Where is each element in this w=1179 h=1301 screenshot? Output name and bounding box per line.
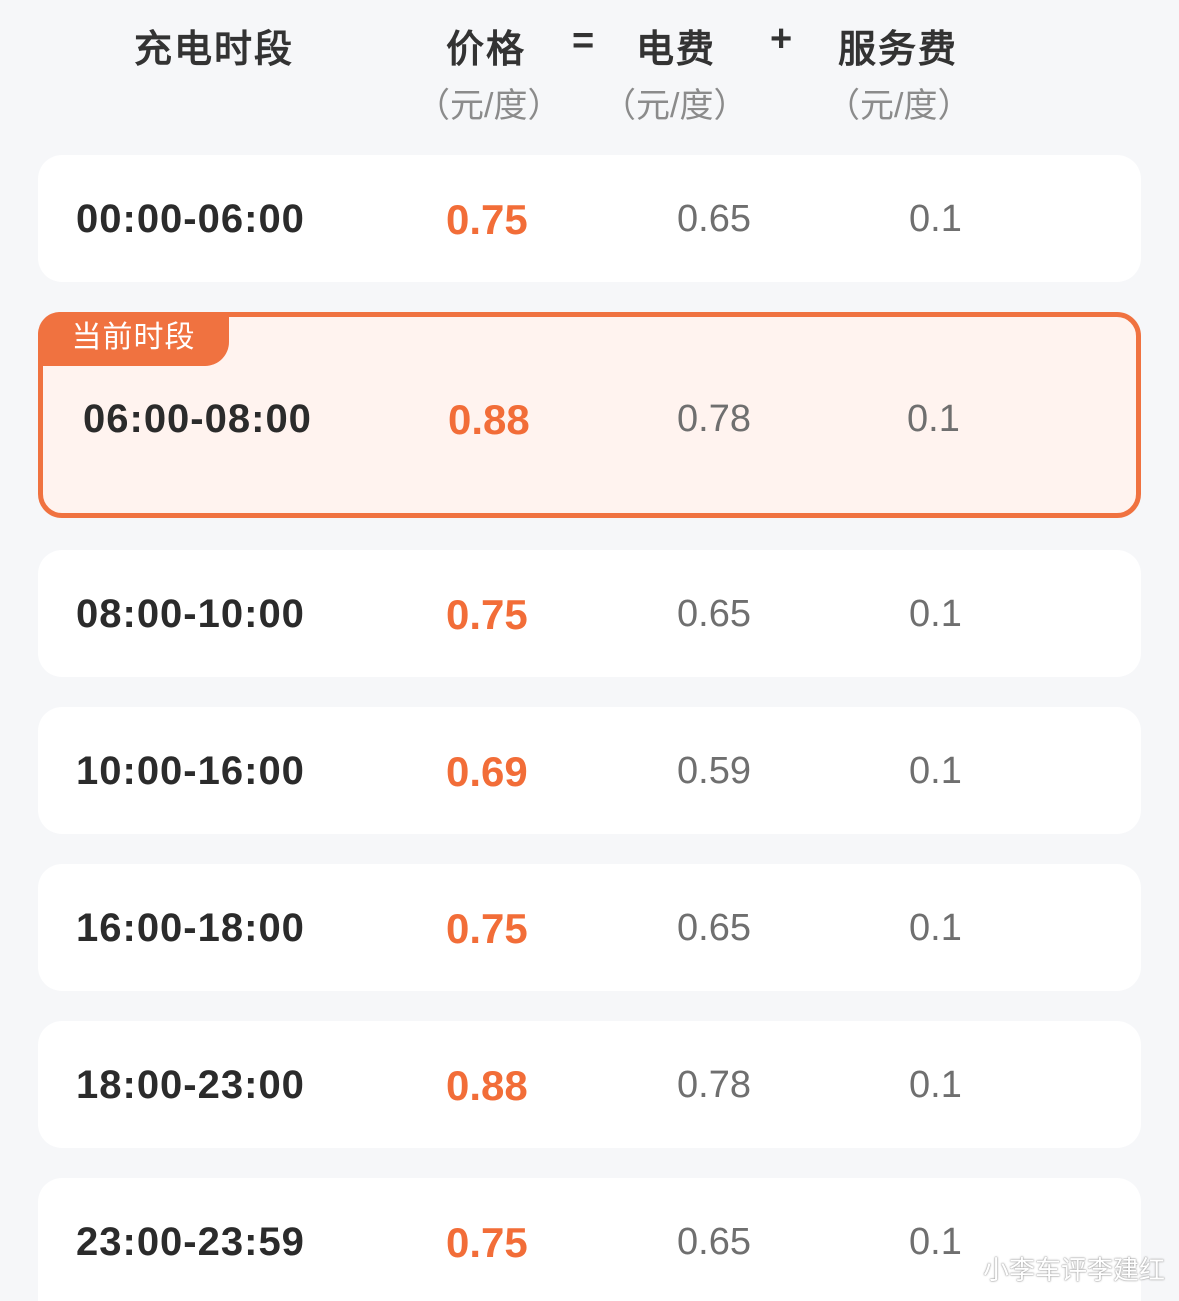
electricity-fee: 0.65 <box>677 198 751 240</box>
service-fee: 0.1 <box>909 1064 962 1106</box>
time-range: 08:00-10:00 <box>76 592 305 636</box>
table-header: 充电时段 价格 = 电费 + 服务费 （元/度） （元/度） （元/度） <box>0 0 1179 140</box>
time-range: 10:00-16:00 <box>76 749 305 793</box>
service-fee: 0.1 <box>907 398 960 440</box>
table-row: 18:00-23:00 0.88 0.78 0.1 <box>38 1021 1141 1148</box>
total-price: 0.69 <box>446 748 528 795</box>
table-row: 10:00-16:00 0.69 0.59 0.1 <box>38 707 1141 834</box>
electricity-fee: 0.65 <box>677 593 751 635</box>
service-fee: 0.1 <box>909 907 962 949</box>
time-range: 23:00-23:59 <box>76 1220 305 1264</box>
table-row-current: 当前时段 06:00-08:00 0.88 0.78 0.1 <box>38 312 1141 518</box>
total-price: 0.75 <box>446 591 528 638</box>
plus-sign: + <box>770 18 793 60</box>
total-price: 0.75 <box>446 905 528 952</box>
table-row: 23:00-23:59 0.75 0.65 0.1 <box>38 1178 1141 1301</box>
electricity-unit: （元/度） <box>602 87 748 125</box>
electricity-fee: 0.65 <box>677 907 751 949</box>
total-price: 0.88 <box>446 1062 528 1109</box>
electricity-fee: 0.78 <box>677 1064 751 1106</box>
price-unit: （元/度） <box>416 87 562 125</box>
table-row: 08:00-10:00 0.75 0.65 0.1 <box>38 550 1141 677</box>
time-range: 16:00-18:00 <box>76 906 305 950</box>
column-header-service: 服务费 <box>838 29 959 71</box>
service-fee: 0.1 <box>909 198 962 240</box>
time-range: 18:00-23:00 <box>76 1063 305 1107</box>
time-range: 06:00-08:00 <box>83 397 312 441</box>
service-fee: 0.1 <box>909 1221 962 1263</box>
service-fee: 0.1 <box>909 750 962 792</box>
column-header-electricity: 电费 <box>636 29 717 71</box>
table-row: 16:00-18:00 0.75 0.65 0.1 <box>38 864 1141 991</box>
total-price: 0.75 <box>446 1219 528 1266</box>
current-period-badge: 当前时段 <box>38 312 229 366</box>
total-price: 0.88 <box>448 396 530 443</box>
electricity-fee: 0.78 <box>677 398 751 440</box>
service-unit: （元/度） <box>826 87 972 125</box>
service-fee: 0.1 <box>909 593 962 635</box>
watermark: 小李车评李建红 <box>982 1255 1165 1285</box>
column-header-time: 充电时段 <box>134 29 295 71</box>
equals-sign: = <box>572 20 595 62</box>
time-range: 00:00-06:00 <box>76 197 305 241</box>
electricity-fee: 0.65 <box>677 1221 751 1263</box>
column-header-price: 价格 <box>446 29 527 71</box>
table-row: 00:00-06:00 0.75 0.65 0.1 <box>38 155 1141 282</box>
electricity-fee: 0.59 <box>677 750 751 792</box>
total-price: 0.75 <box>446 196 528 243</box>
